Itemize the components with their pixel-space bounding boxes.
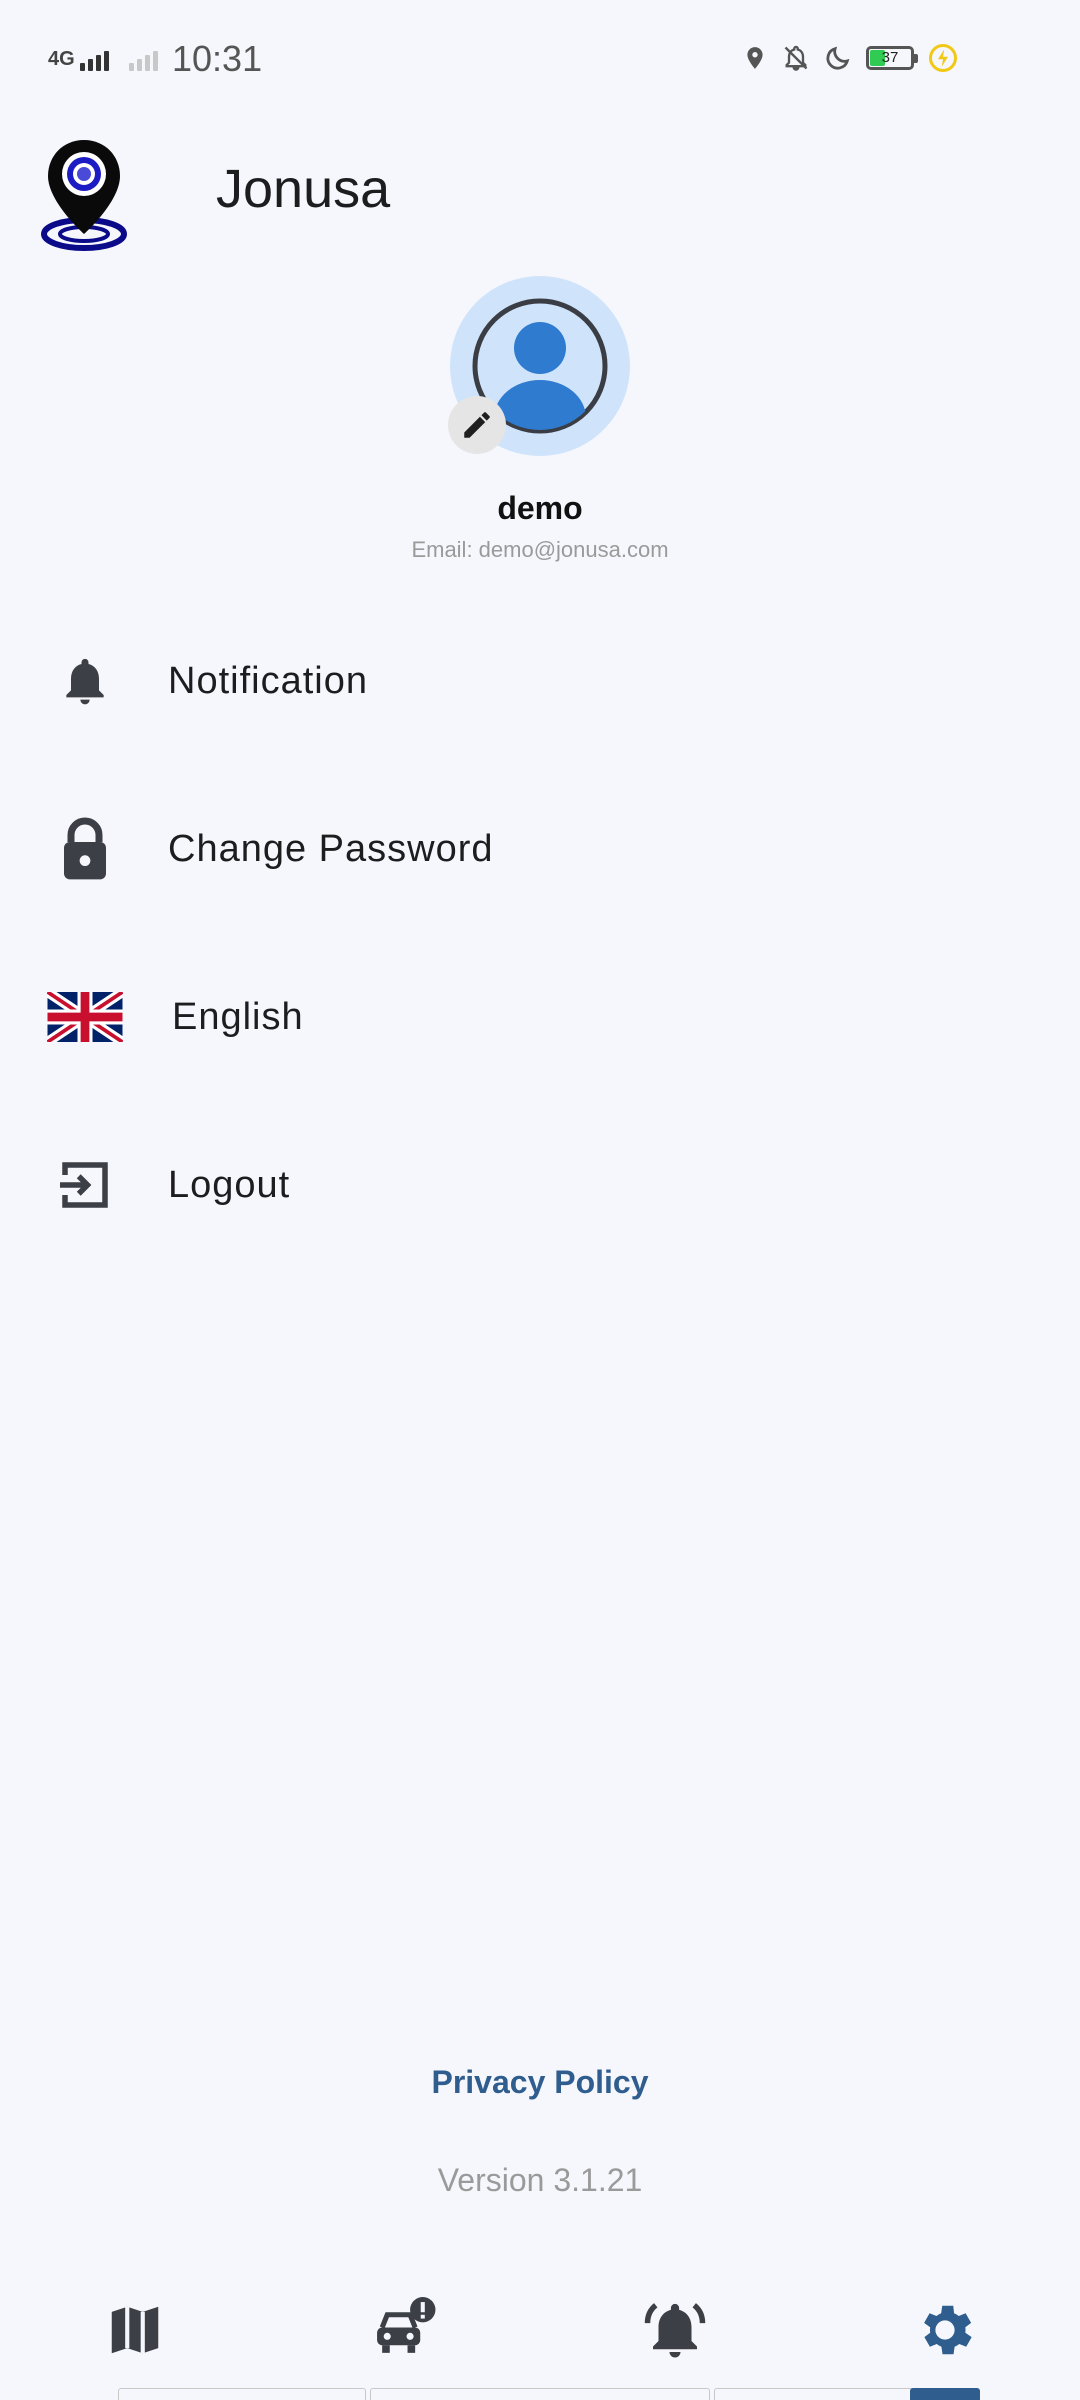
charging-icon — [929, 44, 957, 72]
avatar[interactable] — [448, 276, 630, 456]
user-name: demo — [497, 490, 583, 526]
menu-item-label: Logout — [168, 1163, 291, 1206]
app-logo-icon — [41, 140, 127, 251]
alarm-bell-icon — [644, 2303, 706, 2358]
app-header: Jonusa — [0, 124, 1080, 254]
menu-item-logout[interactable]: Logout — [0, 1125, 1080, 1245]
tab-map[interactable] — [95, 2290, 175, 2370]
edit-avatar-button[interactable] — [448, 396, 506, 454]
status-bar: 4G 10:31 37 — [0, 0, 1080, 124]
menu-item-label: Notification — [168, 659, 368, 702]
bell-off-icon — [784, 45, 808, 71]
bell-icon — [50, 646, 120, 716]
tab-alarms[interactable] — [635, 2290, 715, 2370]
battery-icon: 37 — [866, 46, 918, 70]
tab-settings[interactable] — [905, 2290, 985, 2370]
pencil-icon — [464, 412, 490, 438]
map-icon — [111, 2306, 159, 2354]
status-right: 37 — [742, 42, 958, 74]
user-email: Email: demo@jonusa.com — [411, 537, 669, 562]
menu-item-change-password[interactable]: Change Password — [0, 789, 1080, 909]
tab-vehicle-alerts[interactable] — [365, 2290, 445, 2370]
strip-segment-active — [910, 2388, 980, 2400]
strip-segment — [118, 2388, 366, 2400]
status-left: 4G 10:31 — [48, 38, 262, 80]
car-alert-icon — [377, 2297, 436, 2353]
bottom-navigation — [0, 2260, 1080, 2400]
gear-icon — [924, 2305, 972, 2355]
signal-strength-icon — [80, 47, 109, 71]
location-icon — [747, 47, 763, 69]
privacy-policy-link[interactable]: Privacy Policy — [0, 2064, 1080, 2101]
signal-strength-2-icon — [129, 47, 158, 71]
moon-icon — [826, 46, 850, 70]
lock-icon — [50, 814, 120, 884]
menu-item-notification[interactable]: Notification — [0, 621, 1080, 741]
app-title: Jonusa — [216, 159, 391, 219]
logout-icon — [50, 1150, 120, 1220]
profile-section: demo Email: demo@jonusa.com — [0, 276, 1080, 563]
menu-item-label: English — [172, 995, 304, 1038]
menu-item-language[interactable]: English — [0, 957, 1080, 1077]
gesture-strip — [0, 2388, 1080, 2400]
clock: 10:31 — [172, 38, 263, 79]
app-version: Version 3.1.21 — [437, 2162, 643, 2198]
uk-flag-icon — [46, 982, 124, 1052]
battery-level: 37 — [881, 49, 899, 66]
menu-item-label: Change Password — [168, 827, 494, 870]
network-type: 4G — [48, 48, 75, 70]
strip-segment — [370, 2388, 710, 2400]
